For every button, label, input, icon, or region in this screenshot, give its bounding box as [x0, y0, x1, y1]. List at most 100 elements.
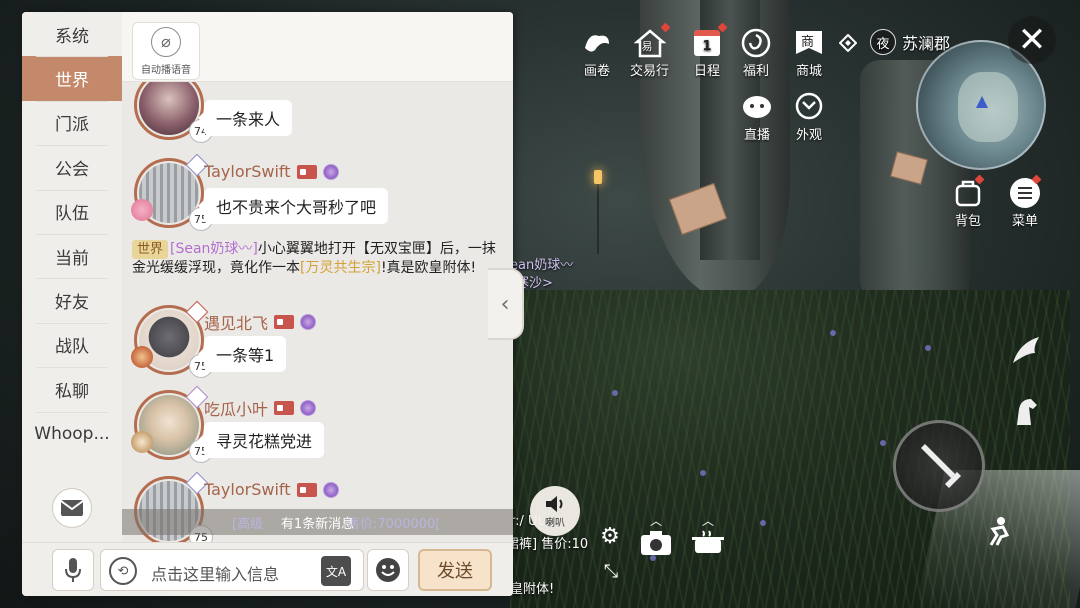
channel-current[interactable]: 当前 [22, 233, 122, 278]
shop-label: 商城 [795, 64, 822, 79]
chevron-left-icon: ‹ [500, 291, 510, 317]
avatar[interactable]: 75 [131, 300, 213, 378]
channel-guild[interactable]: 公会 [22, 145, 122, 189]
mute-icon: ⌀ [151, 26, 181, 57]
id-card-icon [296, 482, 317, 497]
cooking-button[interactable]: ︿ [688, 506, 728, 562]
message-list[interactable]: ⌀ 自动播语音 74 一条来人 75 TaylorSwift 也不贵来个大哥秒了… [122, 12, 513, 542]
diamond-toggle[interactable] [837, 32, 859, 54]
running-icon [989, 517, 1010, 546]
live-label: 直播 [743, 128, 770, 143]
hamburger-icon [1008, 174, 1042, 210]
gem-icon [322, 163, 339, 180]
message-header: TaylorSwift [204, 480, 339, 499]
trade-button[interactable]: 易 交易行 [630, 22, 670, 79]
live-button[interactable]: 直播 [740, 90, 774, 143]
bag-label: 背包 [954, 214, 981, 229]
message-header: 吃瓜小叶 [204, 396, 317, 420]
scroll-button[interactable]: 画卷 [580, 26, 614, 79]
channel-friends[interactable]: 好友 [22, 278, 122, 322]
voice-button[interactable] [52, 549, 94, 591]
chat-message: 75 [131, 300, 213, 378]
schedule-button[interactable]: 1 日程 [690, 22, 728, 79]
chevron-up-icon: ︿ [649, 513, 662, 528]
wing-icon [1013, 337, 1039, 363]
message-bubble[interactable]: 一条等1 [197, 336, 287, 372]
message-input[interactable]: ⟲ 点击这里输入信息 文A [100, 549, 364, 591]
pot-icon [692, 529, 724, 553]
channel-system[interactable]: 系统 [22, 12, 122, 56]
system-player-name[interactable]: [Sean奶球〰] [170, 241, 258, 257]
game-chat-line: 裙裤] 售价:10 [506, 537, 589, 552]
settings-button[interactable]: ⚙ [592, 516, 628, 556]
channel-squad[interactable]: 战队 [22, 322, 122, 367]
microphone-icon [65, 558, 81, 582]
shrink-button[interactable]: ⤡ [596, 556, 626, 586]
translate-button[interactable]: 文A [321, 556, 351, 586]
history-icon[interactable]: ⟲ [109, 557, 137, 585]
channel-team[interactable]: 队伍 [22, 189, 122, 234]
menu-button[interactable]: 菜单 [1008, 174, 1042, 229]
chat-message: 75 [131, 153, 213, 231]
channel-sect[interactable]: 门派 [22, 100, 122, 145]
world-tag: 世界 [132, 240, 169, 259]
channel-private[interactable]: 私聊 [22, 367, 122, 411]
close-button[interactable]: ✕ [1008, 16, 1056, 64]
username[interactable]: TaylorSwift [204, 480, 291, 499]
username[interactable]: TaylorSwift [204, 162, 291, 181]
gem-icon [322, 481, 339, 498]
collapse-chat-button[interactable]: ‹ [488, 268, 524, 340]
shop-button[interactable]: 商 商城 [792, 26, 826, 79]
trade-house-icon: 易 [633, 22, 670, 60]
channel-whoop[interactable]: Whoop... [22, 411, 122, 456]
backpack-icon [951, 174, 985, 210]
channel-world[interactable]: 世界 [22, 56, 122, 101]
new-message-banner[interactable]: [高级 有1条新消息 售价:7000000[ [122, 509, 513, 535]
mail-button[interactable] [52, 488, 92, 528]
username[interactable]: 遇见北飞 [204, 310, 268, 334]
welfare-button[interactable]: 福利 [739, 26, 773, 79]
chat-input-bar: ⟲ 点击这里输入信息 文A 发送 [22, 542, 513, 596]
speaker-icon [546, 495, 563, 512]
sword-icon [921, 444, 961, 488]
avatar[interactable]: 75 [131, 385, 213, 463]
chevron-up-icon: ︿ [701, 513, 714, 528]
chat-message: 75 [131, 385, 213, 463]
horse-icon [1017, 399, 1037, 425]
scroll-label: 画卷 [583, 64, 610, 79]
horn-button[interactable]: 喇叭 [530, 486, 580, 536]
dodge-skill-button[interactable] [978, 512, 1018, 552]
username[interactable]: 吃瓜小叶 [204, 396, 268, 420]
bag-button[interactable]: 背包 [951, 174, 985, 229]
message-bubble[interactable]: 也不贵来个大哥秒了吧 [197, 188, 389, 224]
night-badge: 夜 [870, 29, 896, 55]
autoplay-voice-toggle[interactable]: ⌀ 自动播语音 [132, 22, 200, 80]
live-icon [740, 90, 774, 124]
autoplay-label: 自动播语音 [141, 64, 191, 76]
item-link[interactable]: [万灵共生宗] [300, 260, 381, 276]
shop-glyph: 商 [801, 35, 815, 50]
game-chat-line: ean奶球〰 [510, 258, 574, 273]
input-placeholder: 点击这里输入信息 [151, 565, 280, 584]
id-card-icon [274, 315, 295, 329]
message-bubble[interactable]: 寻灵花糕党进 [197, 422, 325, 458]
shop-icon: 商 [792, 26, 826, 60]
banner-right-text: 售价:7000000[ [347, 516, 441, 532]
trade-glyph: 易 [641, 40, 653, 53]
camera-icon [641, 530, 671, 555]
mount-skill-button[interactable] [1006, 392, 1046, 432]
send-button[interactable]: 发送 [418, 549, 492, 591]
emoji-button[interactable] [367, 549, 409, 591]
attack-button[interactable] [893, 420, 985, 512]
wing-skill-button[interactable] [1006, 330, 1046, 370]
menu-label: 菜单 [1011, 214, 1038, 229]
avatar[interactable]: 75 [131, 153, 213, 231]
appearance-button[interactable]: 外观 [792, 90, 826, 143]
gem-icon [300, 314, 317, 330]
horn-label: 喇叭 [545, 517, 565, 529]
trade-label: 交易行 [630, 64, 670, 79]
location-bar[interactable]: 夜 苏澜郡 [870, 28, 950, 56]
player-arrow-icon [976, 96, 988, 108]
message-bubble[interactable]: 一条来人 [197, 100, 293, 136]
camera-button[interactable]: ︿ [636, 506, 676, 562]
